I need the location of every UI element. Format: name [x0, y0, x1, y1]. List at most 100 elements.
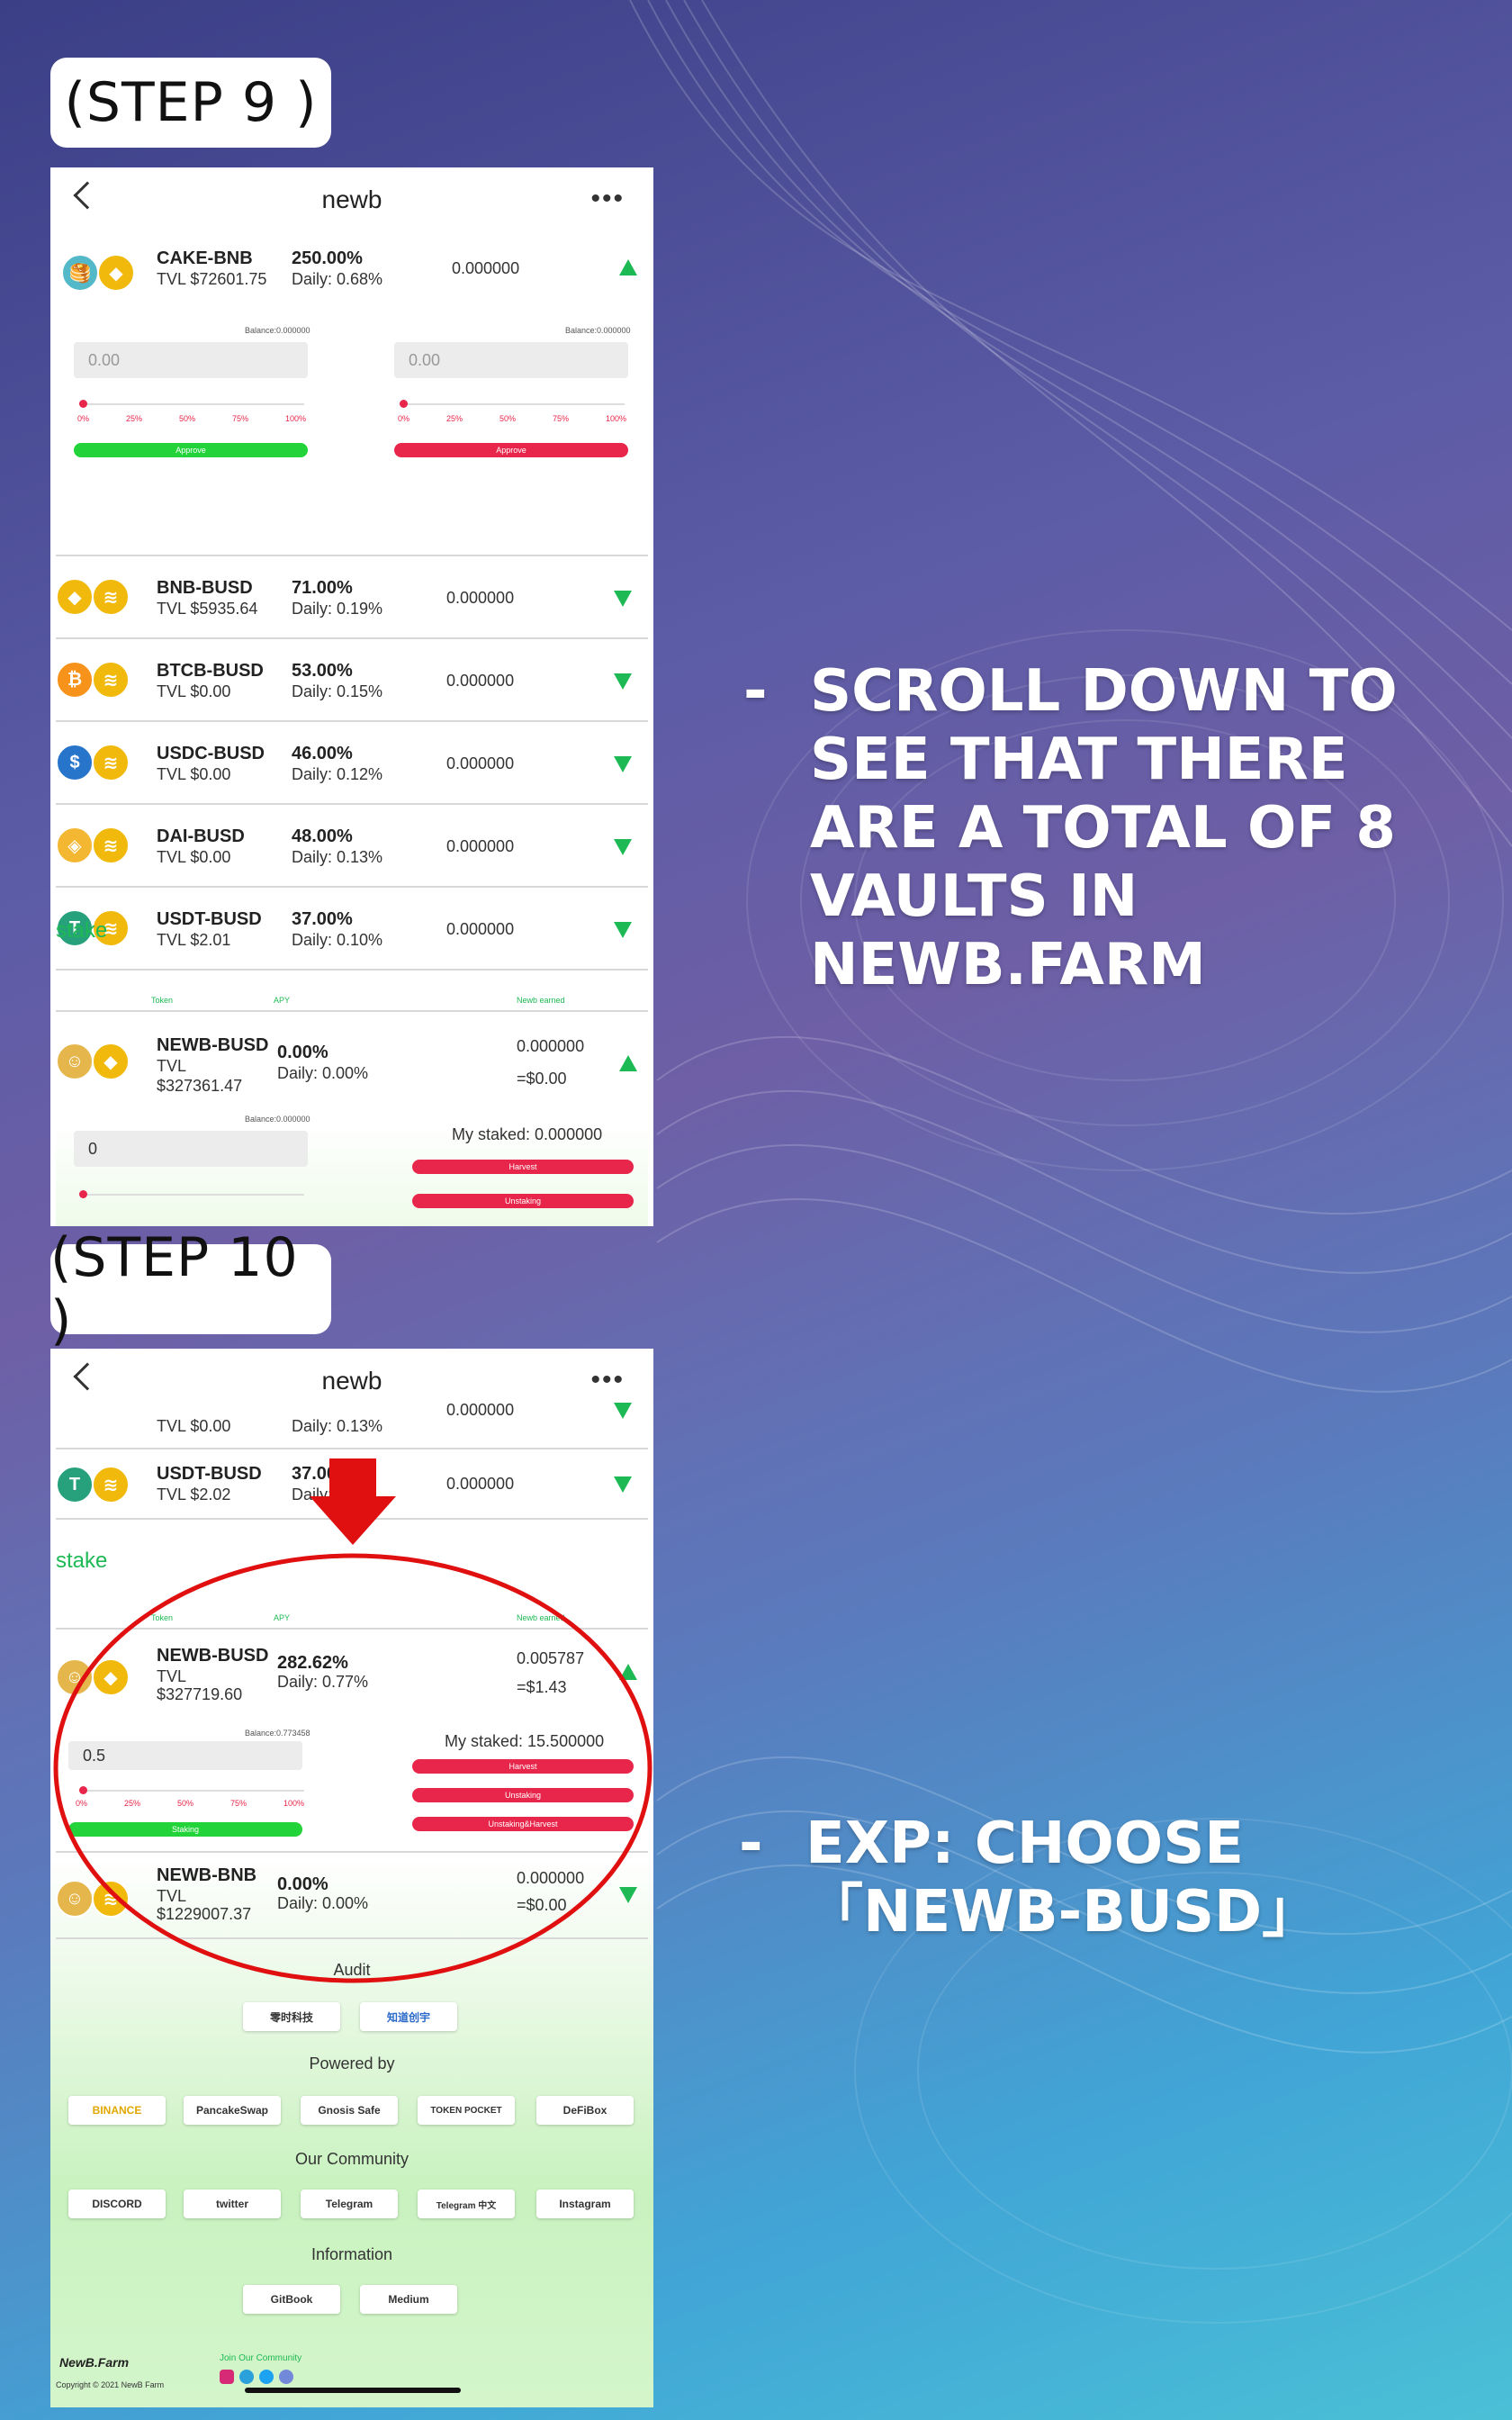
btcb-coin-icon: ₿	[56, 661, 94, 699]
harvest-button[interactable]: Harvest	[412, 1759, 634, 1774]
stake-apy: 0.00%	[277, 1874, 328, 1894]
vault-usdt-busd[interactable]: T ≋ USDT-BUSD TVL $2.02 37.00 Daily: 0 0…	[56, 1451, 648, 1520]
expand-triangle-icon[interactable]	[614, 756, 632, 772]
stake-newb-busd[interactable]: ☺ ◆ NEWB-BUSD TVL $327719.60 282.62% Dai…	[56, 1630, 648, 1853]
vault-apy: 48.00%	[292, 826, 353, 846]
telegram-icon[interactable]	[239, 2370, 254, 2384]
instruction-choose: - EXP: CHOOSE 「NEWB-BUSD」	[739, 1810, 1490, 1946]
vault-usdc-busd[interactable]: $ ≋ USDC-BUSD TVL $0.00 46.00% Daily: 0.…	[56, 724, 648, 805]
amount-input-left[interactable]: 0.00	[74, 342, 308, 378]
expand-triangle-icon[interactable]	[614, 1476, 632, 1493]
expand-triangle-icon[interactable]	[614, 673, 632, 690]
vault-bnb-busd[interactable]: ◆ ≋ BNB-BUSD TVL $5935.64 71.00% Daily: …	[56, 558, 648, 639]
expand-triangle-icon[interactable]	[614, 839, 632, 855]
stake-balance: Balance:0.773458	[245, 1729, 310, 1738]
collapse-triangle-icon[interactable]	[619, 1664, 637, 1680]
chevron-left-icon[interactable]	[73, 1362, 102, 1391]
stake-amount-input[interactable]: 0.5	[68, 1741, 302, 1770]
approve-button-right[interactable]: Approve	[394, 443, 628, 457]
home-indicator	[245, 2388, 461, 2393]
percent-slider-left[interactable]	[79, 400, 304, 408]
stake-apy: 0.00%	[277, 1043, 328, 1062]
vault-pair: BTCB-BUSD	[157, 661, 264, 681]
vault-partial-row[interactable]: TVL $0.00 Daily: 0.13% 0.000000	[56, 1399, 648, 1449]
amount-input-right[interactable]: 0.00	[394, 342, 628, 378]
vault-daily: Daily: 0.68%	[292, 270, 383, 288]
expand-triangle-icon[interactable]	[614, 1403, 632, 1419]
vault-daily: Daily: 0.13%	[292, 848, 383, 866]
page-title: newb	[321, 1367, 382, 1395]
busd-coin-icon: ≋	[92, 744, 130, 781]
vault-dai-busd[interactable]: ◈ ≋ DAI-BUSD TVL $0.00 48.00% Daily: 0.1…	[56, 807, 648, 888]
staking-button[interactable]: Staking	[68, 1822, 302, 1837]
twitter-link[interactable]: twitter	[184, 2190, 281, 2218]
vault-pair: USDC-BUSD	[157, 744, 265, 763]
vault-amount: 0.000000	[446, 672, 515, 690]
more-dots-icon[interactable]: •••	[590, 184, 625, 214]
unstaking-harvest-button[interactable]: Unstaking&Harvest	[412, 1817, 634, 1831]
partner-link[interactable]: Gnosis Safe	[301, 2096, 398, 2125]
partner-link[interactable]: TOKEN POCKET	[418, 2096, 515, 2125]
stake-daily: Daily: 0.00%	[277, 1894, 369, 1912]
vault-apy: 37.00	[292, 1464, 338, 1484]
stake-percent-slider[interactable]	[79, 1190, 304, 1198]
telegram-cn-link[interactable]: Telegram 中文	[418, 2190, 515, 2218]
stake-newb-bnb[interactable]: ☺ ≋ NEWB-BNB TVL $1229007.37 0.00% Daily…	[56, 1855, 648, 1939]
gitbook-link[interactable]: GitBook	[243, 2285, 340, 2314]
auditor-link[interactable]: 知道创宇	[360, 2002, 457, 2031]
unstaking-button[interactable]: Unstaking	[412, 1788, 634, 1802]
discord-link[interactable]: DISCORD	[68, 2190, 166, 2218]
expand-triangle-icon[interactable]	[614, 591, 632, 607]
instagram-icon[interactable]	[220, 2370, 234, 2384]
vault-daily: Daily: 0.10%	[292, 931, 383, 949]
chevron-left-icon[interactable]	[73, 181, 102, 210]
vault-tvl: TVL $0.00	[157, 765, 231, 783]
approve-button-left[interactable]: Approve	[74, 443, 308, 457]
powered-by-title: Powered by	[309, 2054, 395, 2072]
percent-slider-right[interactable]	[400, 400, 625, 408]
col-earned: Newb earned	[517, 1613, 565, 1622]
auditor-link[interactable]: 零时科技	[243, 2002, 340, 2031]
vault-amount: 0.000000	[446, 754, 515, 772]
vault-usdt-busd[interactable]: T ≋ USDT-BUSD TVL $2.01 37.00% Daily: 0.…	[56, 889, 648, 971]
brand-logo: NewB.Farm	[59, 2355, 130, 2370]
stake-daily: Daily: 0.77%	[277, 1673, 369, 1691]
step-9-label: (STEP 9 )	[50, 58, 331, 148]
vault-btcb-busd[interactable]: ₿ ≋ BTCB-BUSD TVL $0.00 53.00% Daily: 0.…	[56, 641, 648, 722]
collapse-triangle-icon[interactable]	[619, 259, 637, 275]
partner-link[interactable]: DeFiBox	[536, 2096, 634, 2125]
collapse-triangle-icon[interactable]	[619, 1055, 637, 1071]
divider	[56, 1010, 648, 1012]
unstaking-button[interactable]: Unstaking	[412, 1194, 634, 1208]
more-dots-icon[interactable]: •••	[590, 1365, 625, 1395]
bnb-coin-icon: ◆	[56, 578, 94, 616]
slider-ticks-right: 0% 25% 50% 75% 100%	[398, 414, 626, 423]
telegram-link[interactable]: Telegram	[301, 2190, 398, 2218]
medium-link[interactable]: Medium	[360, 2285, 457, 2314]
cake-coin-icon: 🥞	[61, 254, 99, 292]
instagram-link[interactable]: Instagram	[536, 2190, 634, 2218]
partner-link[interactable]: BINANCE	[68, 2096, 166, 2125]
busd-coin-icon: ≋	[92, 578, 130, 616]
twitter-icon[interactable]	[259, 2370, 274, 2384]
vault-cake-bnb[interactable]: 🥞 ◆ CAKE-BNB TVL $72601.75 250.00% Daily…	[56, 239, 648, 556]
stake-daily: Daily: 0.00%	[277, 1064, 369, 1082]
vault-amount: 0.000000	[446, 1401, 515, 1419]
stake-percent-slider[interactable]	[79, 1786, 304, 1794]
stake-earned-usd: =$0.00	[517, 1896, 567, 1914]
harvest-button[interactable]: Harvest	[412, 1160, 634, 1174]
stake-newb-busd[interactable]: ☺ ◆ NEWB-BUSD TVL $327361.47 0.00% Daily…	[56, 1014, 648, 1226]
stake-amount-input[interactable]: 0	[74, 1131, 308, 1167]
newb-coin-icon: ☺	[56, 1043, 94, 1080]
expand-triangle-icon[interactable]	[614, 922, 632, 938]
stake-pair: NEWB-BUSD	[157, 1646, 269, 1666]
expand-triangle-icon[interactable]	[619, 1887, 637, 1903]
copyright: Copyright © 2021 NewB Farm	[56, 2380, 165, 2389]
discord-icon[interactable]	[279, 2370, 293, 2384]
col-earned: Newb earned	[517, 996, 565, 1005]
vault-tvl: TVL $0.00	[157, 682, 231, 700]
vault-pair: CAKE-BNB	[157, 248, 253, 268]
partner-link[interactable]: PancakeSwap	[184, 2096, 281, 2125]
slider-ticks-left: 0% 25% 50% 75% 100%	[77, 414, 306, 423]
vault-tvl: TVL $2.02	[157, 1485, 231, 1503]
